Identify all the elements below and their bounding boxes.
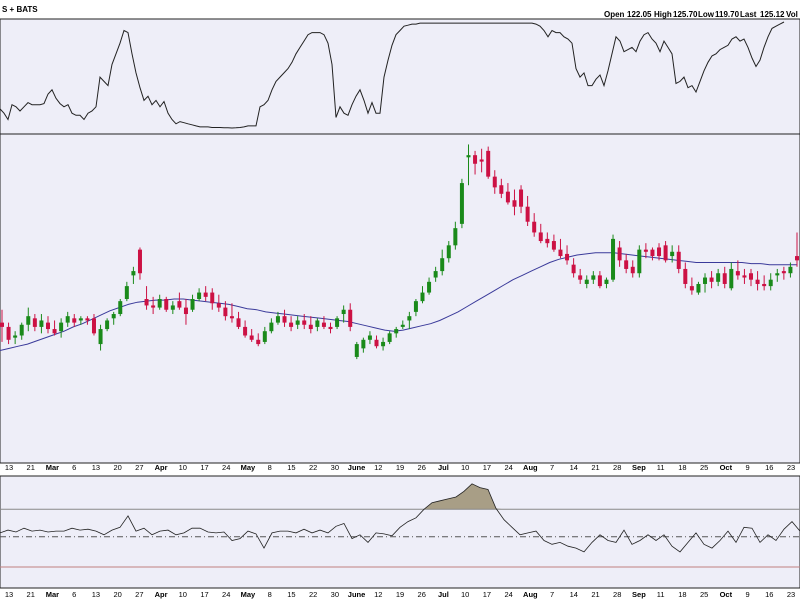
oscillator-x-tick-label: 10 bbox=[179, 590, 187, 599]
oscillator-x-tick-label: 15 bbox=[287, 590, 295, 599]
price-x-tick-label: 19 bbox=[396, 463, 404, 472]
lower-oscillator-panel bbox=[0, 475, 800, 589]
oscillator-x-tick-label: 19 bbox=[396, 590, 404, 599]
chart-svg: S + BATS Open 122.05 High 125.70 Low 119… bbox=[0, 0, 800, 600]
candle bbox=[611, 234, 616, 282]
price-x-tick-label: 17 bbox=[483, 463, 491, 472]
volume-label: Vol bbox=[786, 10, 798, 19]
oscillator-x-tick-label: 7 bbox=[550, 590, 554, 599]
high-label: High bbox=[654, 10, 672, 19]
price-x-tick-label: Jul bbox=[438, 463, 449, 472]
oscillator-x-tick-label: 17 bbox=[483, 590, 491, 599]
candle bbox=[459, 178, 464, 229]
price-x-tick-label: 10 bbox=[461, 463, 469, 472]
candle bbox=[354, 341, 359, 360]
oscillator-x-tick-label: June bbox=[348, 590, 366, 599]
oscillator-x-tick-label: 13 bbox=[92, 590, 100, 599]
oscillator-x-tick-label: 13 bbox=[5, 590, 13, 599]
price-x-tick-label: 10 bbox=[179, 463, 187, 472]
price-x-tick-label: 12 bbox=[374, 463, 382, 472]
candle bbox=[637, 245, 642, 278]
price-x-tick-label: 18 bbox=[678, 463, 686, 472]
price-x-tick-label: 13 bbox=[5, 463, 13, 472]
price-x-tick-label: 13 bbox=[92, 463, 100, 472]
price-x-tick-label: 11 bbox=[657, 463, 665, 472]
price-x-tick-label: 23 bbox=[787, 463, 795, 472]
price-x-tick-label: 30 bbox=[331, 463, 339, 472]
symbol-label: S + BATS bbox=[2, 5, 38, 14]
price-x-tick-label: 9 bbox=[745, 463, 749, 472]
oscillator-x-tick-label: Sep bbox=[632, 590, 646, 599]
price-x-tick-label: 24 bbox=[504, 463, 512, 472]
price-x-tick-label: Mar bbox=[46, 463, 59, 472]
oscillator-x-tick-label: May bbox=[241, 590, 256, 599]
price-x-tick-label: 17 bbox=[200, 463, 208, 472]
low-value: 119.70 bbox=[715, 10, 740, 19]
oscillator-x-tick-label: 30 bbox=[331, 590, 339, 599]
oscillator-x-tick-label: 24 bbox=[504, 590, 512, 599]
price-x-tick-label: Sep bbox=[632, 463, 646, 472]
chart-area: S + BATS Open 122.05 High 125.70 Low 119… bbox=[0, 0, 800, 600]
price-x-tick-label: 21 bbox=[591, 463, 599, 472]
price-x-tick-label: 27 bbox=[135, 463, 143, 472]
oscillator-x-tick-label: 22 bbox=[309, 590, 317, 599]
price-x-tick-label: 6 bbox=[72, 463, 76, 472]
price-x-tick-label: 22 bbox=[309, 463, 317, 472]
price-panel bbox=[0, 133, 800, 464]
oscillator-x-tick-label: Oct bbox=[720, 590, 733, 599]
price-x-tick-label: June bbox=[348, 463, 366, 472]
price-x-tick-label: 26 bbox=[418, 463, 426, 472]
oscillator-x-tick-label: 24 bbox=[222, 590, 230, 599]
low-label: Low bbox=[698, 10, 715, 19]
oscillator-x-tick-label: Aug bbox=[523, 590, 538, 599]
oscillator-x-tick-label: 23 bbox=[787, 590, 795, 599]
open-label: Open bbox=[604, 10, 625, 19]
oscillator-x-tick-label: 21 bbox=[27, 590, 35, 599]
oscillator-x-tick-label: 9 bbox=[745, 590, 749, 599]
price-x-tick-label: 16 bbox=[765, 463, 773, 472]
oscillator-x-tick-label: 16 bbox=[765, 590, 773, 599]
oscillator-x-tick-label: 10 bbox=[461, 590, 469, 599]
candle bbox=[486, 146, 491, 179]
oscillator-x-tick-label: 8 bbox=[268, 590, 272, 599]
price-x-tick-label: 7 bbox=[550, 463, 554, 472]
price-x-tick-label: 28 bbox=[613, 463, 621, 472]
oscillator-x-tick-label: 20 bbox=[113, 590, 121, 599]
oscillator-x-tick-label: 17 bbox=[200, 590, 208, 599]
oscillator-x-tick-label: Jul bbox=[438, 590, 449, 599]
oscillator-x-tick-label: 21 bbox=[591, 590, 599, 599]
last-value: 125.12 bbox=[760, 10, 785, 19]
price-x-tick-label: 25 bbox=[700, 463, 708, 472]
candle bbox=[118, 299, 123, 317]
oscillator-x-tick-label: 14 bbox=[570, 590, 578, 599]
price-x-tick-label: 8 bbox=[268, 463, 272, 472]
candle bbox=[164, 296, 169, 312]
price-x-tick-label: Aug bbox=[523, 463, 538, 472]
oscillator-x-tick-label: 27 bbox=[135, 590, 143, 599]
high-value: 125.70 bbox=[673, 10, 698, 19]
price-x-tick-label: Apr bbox=[155, 463, 168, 472]
oscillator-x-tick-label: 26 bbox=[418, 590, 426, 599]
open-value: 122.05 bbox=[627, 10, 652, 19]
price-x-tick-label: Oct bbox=[720, 463, 733, 472]
oscillator-x-tick-label: 18 bbox=[678, 590, 686, 599]
upper-indicator-panel bbox=[0, 18, 800, 135]
oscillator-x-tick-label: Apr bbox=[155, 590, 168, 599]
oscillator-x-tick-label: 25 bbox=[700, 590, 708, 599]
price-x-tick-label: 14 bbox=[570, 463, 578, 472]
price-x-tick-label: May bbox=[241, 463, 256, 472]
oscillator-x-tick-label: Mar bbox=[46, 590, 59, 599]
oscillator-x-tick-label: 28 bbox=[613, 590, 621, 599]
oscillator-x-tick-label: 12 bbox=[374, 590, 382, 599]
price-x-tick-label: 21 bbox=[27, 463, 35, 472]
price-x-tick-label: 15 bbox=[287, 463, 295, 472]
quote-summary: Open 122.05 High 125.70 Low 119.70 Last … bbox=[604, 10, 798, 19]
price-x-tick-label: 24 bbox=[222, 463, 230, 472]
oscillator-x-tick-label: 11 bbox=[657, 590, 665, 599]
price-x-tick-label: 20 bbox=[113, 463, 121, 472]
oscillator-x-tick-label: 6 bbox=[72, 590, 76, 599]
last-label: Last bbox=[740, 10, 757, 19]
